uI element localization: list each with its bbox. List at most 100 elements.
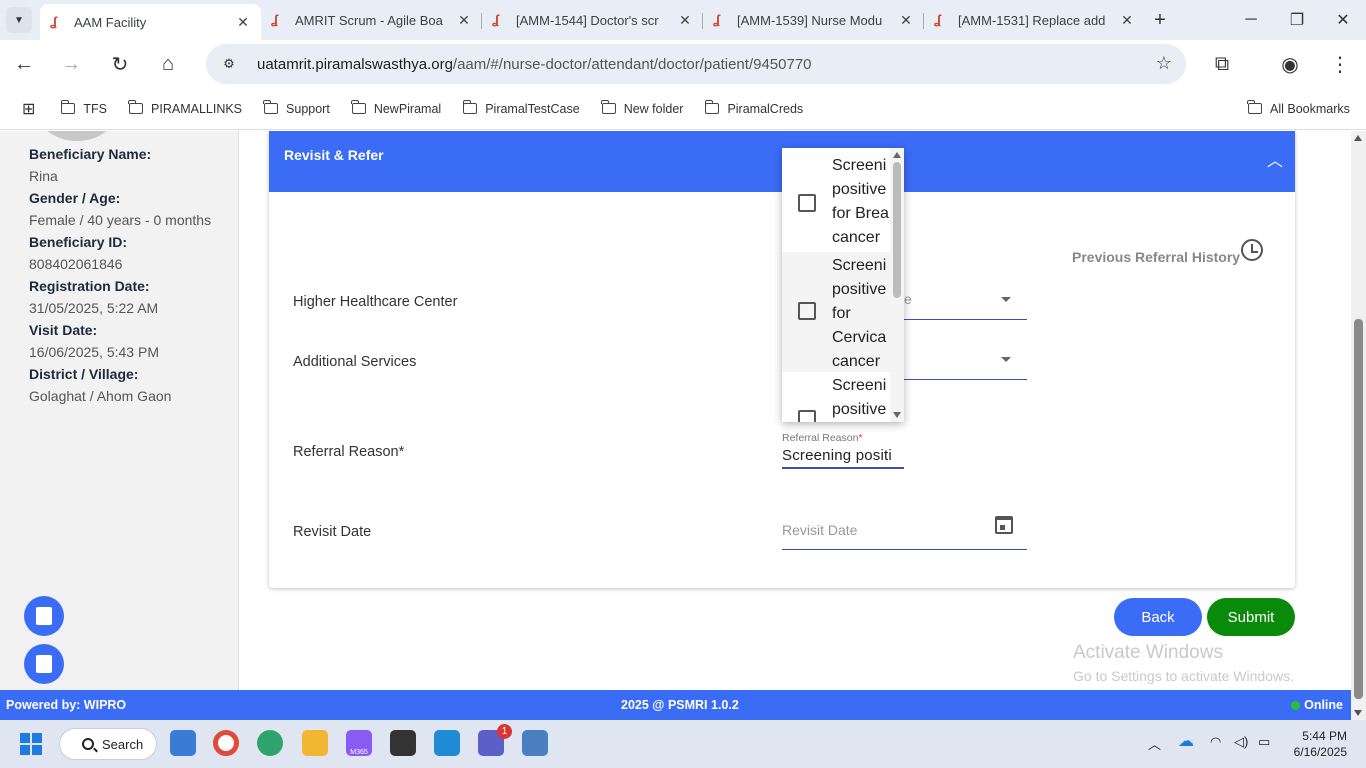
tab-close-icon[interactable]: ✕ — [456, 12, 472, 29]
checkbox[interactable] — [798, 302, 816, 320]
option-text: Screeni positive — [832, 377, 887, 418]
tab-amm-1544[interactable]: ʆ [AMM-1544] Doctor's scr ✕ — [482, 4, 703, 36]
taskbar-search[interactable]: Search — [59, 728, 157, 760]
restore-icon[interactable]: ❐ — [1274, 0, 1320, 40]
bookmark-label: TFS — [83, 101, 108, 116]
scroll-up-arrow-icon[interactable] — [1354, 135, 1362, 141]
notepad-icon[interactable] — [434, 730, 460, 756]
checkbox[interactable] — [798, 410, 816, 422]
profile-avatar-icon[interactable]: ◉ — [1276, 50, 1304, 78]
folder-icon — [601, 100, 616, 114]
option-cervical-cancer[interactable]: Screeni positive for Cervica cancer — [782, 252, 890, 372]
bookmark-new-folder[interactable]: New folder — [601, 100, 683, 116]
extensions-puzzle-icon[interactable]: ⧉ — [1208, 50, 1236, 78]
m365-icon[interactable]: M365 — [346, 730, 372, 756]
window-close-icon[interactable]: ✕ — [1320, 0, 1366, 40]
reload-icon[interactable]: ↻ — [106, 50, 134, 78]
tab-close-icon[interactable]: ✕ — [898, 12, 914, 29]
beneficiary-profile-button[interactable] — [24, 596, 64, 636]
option-screening-positive[interactable]: Screeni positive — [782, 372, 890, 422]
browser-menu-kebab-icon[interactable]: ⋮ — [1326, 50, 1354, 78]
bookmark-piramalcreds[interactable]: PiramalCreds — [704, 100, 803, 116]
scrollbar-thumb[interactable] — [1354, 319, 1363, 699]
folder-icon — [128, 100, 144, 114]
status-text: Online — [1304, 698, 1343, 712]
system-clock[interactable]: 5:44 PM 6/16/2025 — [1287, 728, 1347, 760]
bookmark-newpiramal[interactable]: NewPiramal — [351, 100, 441, 116]
submit-button[interactable]: Submit — [1207, 598, 1295, 636]
bookmark-tfs[interactable]: TFS — [60, 100, 108, 116]
new-tab-plus-icon[interactable]: + — [1145, 4, 1175, 36]
tab-label: AMRIT Scrum - Agile Boa — [295, 12, 443, 28]
dropdown-options: Screeni positive for Brea cancer Screeni… — [782, 148, 890, 422]
back-button[interactable]: Back — [1114, 598, 1202, 636]
file-explorer-icon[interactable] — [302, 730, 328, 756]
tab-close-icon[interactable]: ✕ — [677, 12, 693, 29]
amrit-favicon-icon: ʆ — [271, 12, 279, 27]
tab-amm-1539[interactable]: ʆ [AMM-1539] Nurse Modu ✕ — [703, 4, 924, 36]
tab-close-icon[interactable]: ✕ — [235, 14, 251, 31]
calendar-icon[interactable] — [995, 516, 1013, 534]
checkbox[interactable] — [798, 194, 816, 212]
scroll-down-arrow-icon[interactable] — [893, 412, 901, 418]
scroll-down-arrow-icon[interactable] — [1354, 710, 1362, 716]
home-icon[interactable]: ⌂ — [154, 50, 182, 78]
url-path: /aam/#/nurse-doctor/attendant/doctor/pat… — [452, 55, 812, 73]
option-breast-cancer[interactable]: Screeni positive for Brea cancer — [782, 148, 890, 252]
amrit-favicon-icon: ʆ — [50, 14, 58, 29]
onedrive-cloud-icon[interactable]: ☁ — [1178, 731, 1194, 751]
url-text[interactable]: uatamrit.piramalswasthya.org/aam/#/nurse… — [257, 56, 812, 73]
referral-reason-select[interactable]: Screening positi — [782, 447, 904, 469]
battery-icon[interactable]: ▭ — [1258, 734, 1270, 750]
card-title: Revisit & Refer — [284, 147, 384, 163]
bookmark-piramallinks[interactable]: PIRAMALLINKS — [128, 100, 242, 116]
tab-list: ʆ AAM Facility ✕ ʆ AMRIT Scrum - Agile B… — [40, 4, 1175, 40]
beneficiary-details: Beneficiary Name: Rina Gender / Age: Fem… — [29, 145, 211, 409]
minimize-icon[interactable]: ─ — [1228, 0, 1274, 40]
tab-aam-facility[interactable]: ʆ AAM Facility ✕ — [40, 4, 261, 40]
store-icon[interactable] — [170, 730, 196, 756]
volume-icon[interactable]: ◁) — [1234, 734, 1248, 750]
back-arrow-icon[interactable]: ← — [10, 50, 38, 78]
windows-start-icon[interactable] — [20, 733, 42, 755]
amrit-favicon-icon: ʆ — [934, 12, 942, 27]
apps-grid-icon[interactable]: ⊞ — [22, 99, 35, 119]
tab-search-chevron-icon[interactable]: ▼ — [6, 7, 32, 33]
chevron-up-icon[interactable]: ︿ — [1267, 147, 1283, 171]
revisit-date-input[interactable]: Revisit Date — [782, 516, 1027, 550]
browser-toolbar: ← → ↻ ⌂ ⚙ uatamrit.piramalswasthya.org/a… — [0, 40, 1366, 88]
scroll-up-arrow-icon[interactable] — [893, 152, 901, 158]
wifi-icon[interactable]: ◠ — [1210, 734, 1221, 750]
page-scrollbar[interactable] — [1351, 131, 1366, 720]
teams-icon[interactable]: 1 — [478, 724, 512, 756]
folder-icon — [462, 100, 478, 114]
folder-icon — [1247, 100, 1262, 114]
tab-amrit-scrum[interactable]: ʆ AMRIT Scrum - Agile Boa ✕ — [261, 4, 482, 36]
bookmark-support[interactable]: Support — [263, 100, 330, 116]
remote-desktop-icon[interactable] — [522, 730, 548, 756]
terminal-icon[interactable] — [390, 730, 416, 756]
district-village-label: District / Village: — [29, 366, 139, 382]
edge-icon[interactable] — [257, 730, 283, 756]
chrome-icon[interactable] — [213, 730, 239, 756]
bookmark-star-icon[interactable]: ☆ — [1156, 53, 1172, 74]
tab-amm-1531[interactable]: ʆ [AMM-1531] Replace add ✕ — [924, 4, 1145, 36]
site-settings-icon[interactable]: ⚙ — [214, 49, 244, 79]
all-bookmarks[interactable]: All Bookmarks — [1247, 100, 1350, 116]
previous-referral-history-link[interactable]: Previous Referral History — [1072, 249, 1240, 265]
dropdown-scrollbar[interactable] — [890, 148, 904, 422]
chevron-down-icon — [1001, 297, 1011, 302]
url-host: uatamrit.piramalswasthya.org — [257, 55, 453, 73]
amrit-favicon-icon: ʆ — [492, 12, 500, 27]
forward-arrow-icon[interactable]: → — [57, 50, 85, 78]
tab-label: AAM Facility — [74, 14, 147, 30]
tab-close-icon[interactable]: ✕ — [1119, 12, 1135, 29]
document-icon — [36, 655, 52, 673]
case-sheet-button[interactable] — [24, 644, 64, 684]
bookmark-label: Support — [286, 101, 330, 116]
address-bar[interactable]: ⚙ uatamrit.piramalswasthya.org/aam/#/nur… — [206, 44, 1186, 84]
scrollbar-thumb[interactable] — [893, 162, 901, 298]
tray-chevron-up-icon[interactable]: ︿ — [1148, 734, 1161, 753]
history-icon[interactable] — [1241, 239, 1263, 261]
bookmark-piramaltestcase[interactable]: PiramalTestCase — [462, 100, 580, 116]
